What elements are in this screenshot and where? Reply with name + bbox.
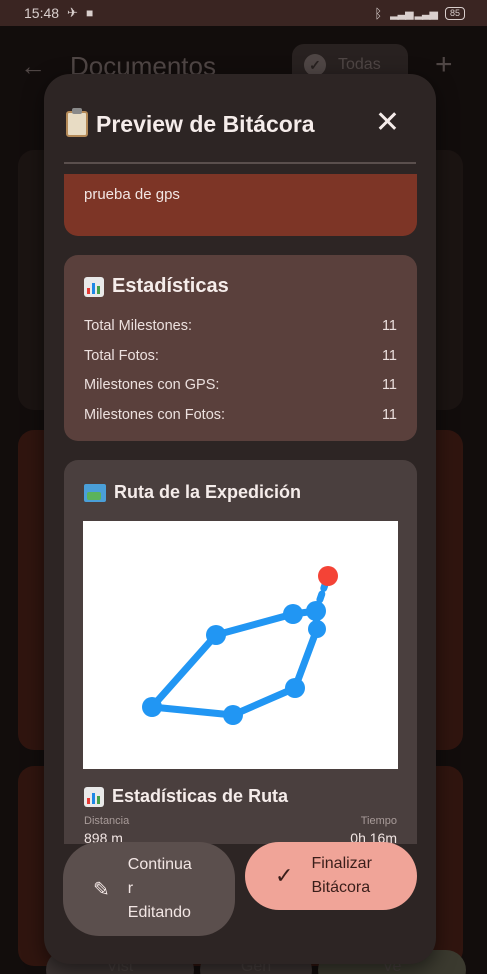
- stat-label: Total Milestones:: [84, 318, 192, 334]
- description-card: prueba de gps: [64, 174, 417, 236]
- stat-row-total-photos: Total Fotos: 11: [84, 342, 397, 372]
- stats-card: Estadísticas Total Milestones: 11 Total …: [64, 255, 417, 441]
- continue-editing-label: Continua r Editando: [127, 856, 192, 921]
- route-stats-title-label: Estadísticas de Ruta: [112, 786, 289, 806]
- route-title: Ruta de la Expedición: [84, 482, 397, 503]
- description-text: prueba de gps: [84, 186, 180, 203]
- route-point: [142, 697, 162, 717]
- continue-editing-button[interactable]: ✎ Continua r Editando: [63, 842, 235, 936]
- preview-dialog: Preview de Bitácora ✕ prueba de gps Esta…: [44, 74, 436, 964]
- time-label: Tiempo: [360, 815, 397, 827]
- stat-row-total-milestones: Total Milestones: 11: [84, 312, 397, 342]
- stat-label: Milestones con Fotos:: [84, 406, 226, 423]
- stat-value: 11: [381, 406, 397, 423]
- route-point: [223, 705, 243, 725]
- route-point: [285, 678, 305, 698]
- stats-title: Estadísticas: [84, 275, 397, 298]
- stat-label: Total Fotos:: [84, 347, 159, 364]
- route-stats-title: Estadísticas de Ruta: [84, 786, 288, 807]
- route-metrics: Distancia 898 m Tiempo 0h 16m: [84, 815, 397, 844]
- stat-value: 11: [381, 347, 397, 364]
- check-icon: ✓: [275, 863, 294, 888]
- stat-row-photo-milestones: Milestones con Fotos: 11: [84, 401, 397, 431]
- route-point: [206, 625, 226, 645]
- stats-rows: Total Milestones: 11 Total Fotos: 11 Mil…: [84, 312, 397, 430]
- stat-row-gps-milestones: Milestones con GPS: 11: [84, 371, 397, 401]
- route-map-svg: [142, 566, 338, 725]
- dialog-title: Preview de Bitácora: [96, 110, 315, 137]
- finish-logbook-button[interactable]: ✓ Finalizar Bitácora: [245, 842, 417, 910]
- dialog-scroll-area[interactable]: prueba de gps Estadísticas Total Milesto…: [44, 164, 436, 844]
- route-title-label: Ruta de la Expedición: [114, 482, 302, 502]
- time-metric: Tiempo 0h 16m: [350, 815, 397, 844]
- stat-value: 11: [381, 318, 397, 334]
- clipboard-icon: [66, 108, 88, 137]
- route-point: [283, 604, 303, 624]
- route-point: [308, 620, 326, 638]
- bluetooth-icon: ᛒ: [374, 5, 383, 21]
- video-icon: ■: [85, 6, 94, 20]
- status-bar: 15:48 ✈ ■ ᛒ ▂▃▅ ▂▃▅ 85: [0, 0, 487, 26]
- close-icon[interactable]: ✕: [375, 108, 400, 138]
- stat-label: Milestones con GPS:: [84, 377, 220, 393]
- bar-chart-icon: [84, 786, 104, 807]
- bar-chart-icon: [84, 276, 104, 297]
- distance-label: Distancia: [84, 815, 130, 827]
- map-icon: [84, 483, 106, 502]
- route-card: Ruta de la Expedición Estadísticas de Ru…: [64, 460, 417, 844]
- pencil-icon: ✎: [93, 878, 110, 901]
- status-time: 15:48: [24, 5, 60, 21]
- route-point: [306, 601, 326, 621]
- battery-icon: 85: [444, 6, 465, 20]
- dnd-icon: ✈: [67, 5, 78, 20]
- signal-icon: ▂▃▅ ▂▃▅: [390, 7, 438, 20]
- finish-logbook-label: Finalizar Bitácora: [311, 855, 372, 896]
- stats-title-label: Estadísticas: [112, 275, 229, 297]
- route-map[interactable]: [83, 521, 398, 769]
- stat-value: 11: [381, 377, 397, 393]
- route-end-point: [318, 566, 338, 586]
- distance-metric: Distancia 898 m: [84, 815, 129, 844]
